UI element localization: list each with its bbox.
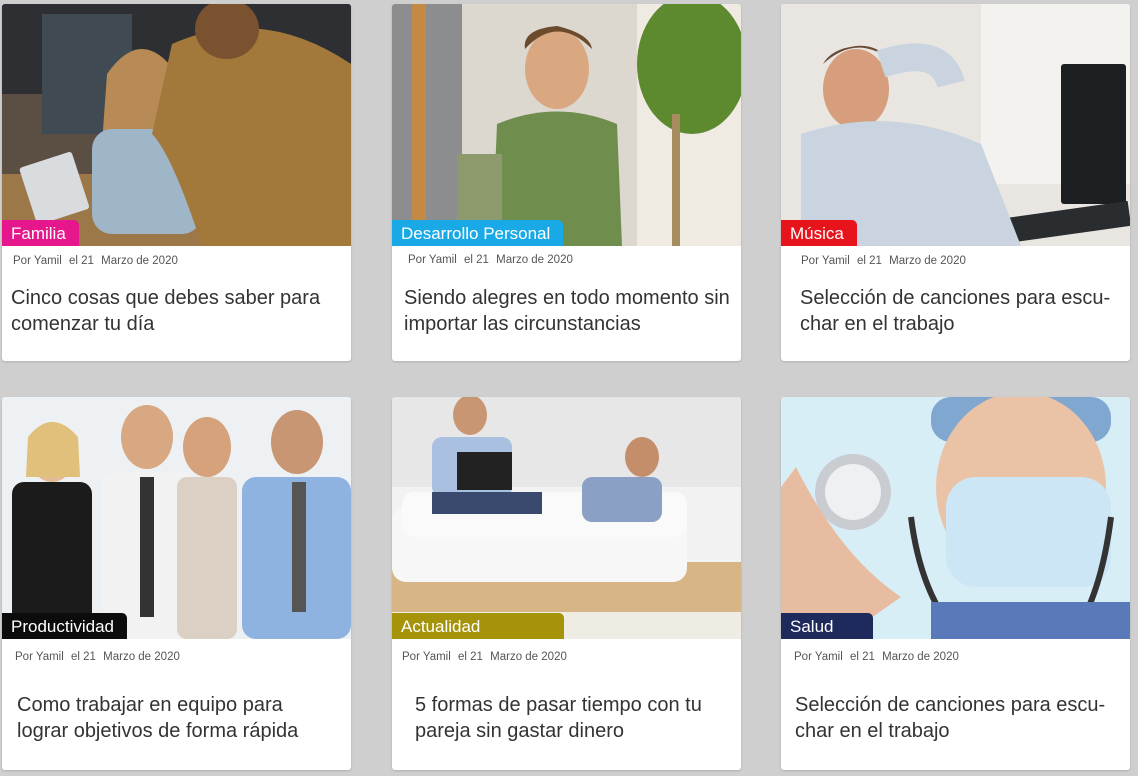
post-date: Marzo de 2020	[496, 254, 573, 266]
category-tag[interactable]: Familia	[2, 220, 79, 246]
post-date: Marzo de 2020	[882, 651, 959, 663]
author[interactable]: Por Yamil	[794, 651, 843, 663]
post-day: el 21	[850, 651, 875, 663]
category-tag[interactable]: Salud	[781, 613, 873, 639]
post-card[interactable]: Desarrollo Personal Por Yamil el 21 Marz…	[392, 4, 741, 361]
post-day: el 21	[458, 651, 483, 663]
post-card[interactable]: Familia Por Yamil el 21 Marzo de 2020 Ci…	[2, 4, 351, 361]
post-card[interactable]: Salud Por Yamil el 21 Marzo de 2020 Sele…	[781, 397, 1130, 770]
author[interactable]: Por Yamil	[15, 651, 64, 663]
post-title[interactable]: Selección de canciones para escu-char en…	[800, 285, 1128, 337]
post-card[interactable]: Productividad Por Yamil el 21 Marzo de 2…	[2, 397, 351, 770]
author[interactable]: Por Yamil	[408, 254, 457, 266]
post-meta: Por Yamil el 21 Marzo de 2020	[13, 255, 182, 267]
category-tag[interactable]: Música	[781, 220, 857, 246]
post-card[interactable]: Actualidad Por Yamil el 21 Marzo de 2020…	[392, 397, 741, 770]
post-title[interactable]: Como trabajar en equipo para lograr obje…	[17, 692, 339, 744]
post-meta: Por Yamil el 21 Marzo de 2020	[408, 254, 577, 266]
category-tag[interactable]: Desarrollo Personal	[392, 220, 564, 246]
post-title[interactable]: 5 formas de pasar tiempo con tu pareja s…	[415, 692, 731, 744]
author[interactable]: Por Yamil	[13, 255, 62, 267]
post-meta: Por Yamil el 21 Marzo de 2020	[402, 651, 571, 663]
office-team-laptop-photo[interactable]	[2, 4, 351, 246]
post-date: Marzo de 2020	[490, 651, 567, 663]
couple-sofa-laptops-photo[interactable]	[392, 397, 741, 639]
man-on-phone-photo[interactable]	[392, 4, 741, 246]
post-meta: Por Yamil el 21 Marzo de 2020	[794, 651, 963, 663]
post-date: Marzo de 2020	[101, 255, 178, 267]
post-title[interactable]: Cinco cosas que debes saber para comenza…	[11, 285, 347, 337]
post-date: Marzo de 2020	[889, 255, 966, 267]
post-day: el 21	[464, 254, 489, 266]
post-day: el 21	[71, 651, 96, 663]
author[interactable]: Por Yamil	[402, 651, 451, 663]
category-tag[interactable]: Productividad	[2, 613, 128, 639]
post-date: Marzo de 2020	[103, 651, 180, 663]
post-title[interactable]: Siendo alegres en todo momento sin impor…	[404, 285, 734, 337]
post-card[interactable]: Música Por Yamil el 21 Marzo de 2020 Sel…	[781, 4, 1130, 361]
post-meta: Por Yamil el 21 Marzo de 2020	[15, 651, 184, 663]
team-thumbs-up-photo[interactable]	[2, 397, 351, 639]
relaxed-man-office-photo[interactable]	[781, 4, 1130, 246]
post-meta: Por Yamil el 21 Marzo de 2020	[801, 255, 970, 267]
post-day: el 21	[69, 255, 94, 267]
author[interactable]: Por Yamil	[801, 255, 850, 267]
post-day: el 21	[857, 255, 882, 267]
category-tag[interactable]: Actualidad	[392, 613, 564, 639]
post-title[interactable]: Selección de canciones para escu-char en…	[795, 692, 1125, 744]
nurse-stethoscope-photo[interactable]	[781, 397, 1130, 639]
